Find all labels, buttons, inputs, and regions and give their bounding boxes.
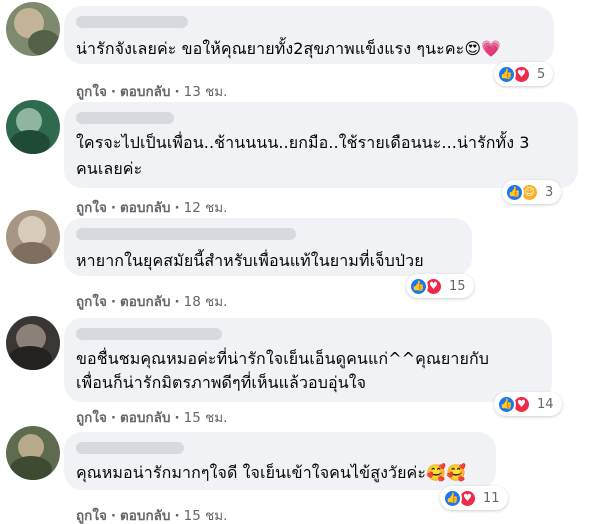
comment-bubble: หายากในยุคสมัยนี้สำหรับเพื่อนแท้ในยามที่… (64, 218, 472, 276)
comment-timestamp[interactable]: 12 ชม. (184, 200, 228, 216)
commenter-name[interactable] (76, 228, 296, 240)
reaction-summary[interactable]: 👍 ☺ 3 (502, 180, 562, 204)
like-link[interactable]: ถูกใจ (76, 410, 107, 426)
commenter-name[interactable] (76, 112, 174, 124)
comment-text-line: เพื่อนก็น่ารักมิตรภาพดีๆที่เห็นแล้วอบอุ่… (76, 373, 367, 392)
reaction-summary[interactable]: 👍 ♥ 11 (440, 486, 508, 510)
like-link[interactable]: ถูกใจ (76, 200, 107, 216)
comment-text-line: ขอชื่นชมคุณหมอค่ะที่น่ารักใจเย็นเอ็นดูคน… (76, 349, 489, 368)
thumbs-up-icon: 👍 (505, 182, 524, 202)
thumbs-up-icon: 👍 (497, 64, 516, 84)
comment-bubble: ใครจะไปเป็นเพื่อน..ช้านนนน..ยกมือ..ใช้รา… (64, 102, 578, 188)
comment-actions: ถูกใจ · ตอบกลับ · 12 ชม. (76, 200, 228, 216)
like-link[interactable]: ถูกใจ (76, 84, 107, 100)
thumbs-up-icon: 👍 (497, 394, 516, 414)
comment-text: คุณหมอน่ารักมากๆใจดี ใจเย็นเข้าใจคนไข้สู… (76, 463, 467, 482)
avatar[interactable] (6, 210, 60, 264)
avatar[interactable] (6, 2, 60, 56)
reaction-count: 5 (537, 66, 546, 82)
reaction-summary[interactable]: 👍 ♥ 5 (494, 62, 554, 86)
thumbs-up-icon: 👍 (409, 276, 428, 296)
avatar[interactable] (6, 316, 60, 370)
reply-link[interactable]: ตอบกลับ (120, 410, 170, 426)
avatar[interactable] (6, 100, 60, 154)
thumbs-up-icon: 👍 (443, 488, 462, 508)
comment-actions: ถูกใจ · ตอบกลับ · 15 ชม. (76, 410, 228, 426)
reaction-count: 14 (537, 396, 554, 412)
commenter-name[interactable] (76, 328, 222, 340)
reply-link[interactable]: ตอบกลับ (120, 84, 170, 100)
reaction-summary[interactable]: 👍 ♥ 14 (494, 392, 562, 416)
comment-actions: ถูกใจ · ตอบกลับ · 18 ชม. (76, 294, 228, 310)
reaction-count: 15 (449, 278, 466, 294)
avatar[interactable] (6, 426, 60, 480)
commenter-name[interactable] (76, 16, 188, 28)
reply-link[interactable]: ตอบกลับ (120, 294, 170, 310)
reaction-count: 3 (545, 184, 554, 200)
comment-bubble: คุณหมอน่ารักมากๆใจดี ใจเย็นเข้าใจคนไข้สู… (64, 432, 496, 490)
reaction-summary[interactable]: 👍 ♥ 15 (406, 274, 474, 298)
comment-actions: ถูกใจ · ตอบกลับ · 15 ชม. (76, 508, 228, 524)
reply-link[interactable]: ตอบกลับ (120, 508, 170, 524)
comment-text-line: คนเลยค่ะ (76, 159, 143, 178)
comment-text: หายากในยุคสมัยนี้สำหรับเพื่อนแท้ในยามที่… (76, 251, 424, 270)
comment-text: น่ารักจังเลยค่ะ ขอให้คุณยายทั้ง2สุขภาพแข… (76, 39, 502, 58)
reaction-count: 11 (483, 490, 500, 506)
like-link[interactable]: ถูกใจ (76, 508, 107, 524)
comment-actions: ถูกใจ · ตอบกลับ · 13 ชม. (76, 84, 228, 100)
comment-bubble: ขอชื่นชมคุณหมอค่ะที่น่ารักใจเย็นเอ็นดูคน… (64, 318, 552, 402)
comment-timestamp[interactable]: 18 ชม. (184, 294, 228, 310)
comment-bubble: น่ารักจังเลยค่ะ ขอให้คุณยายทั้ง2สุขภาพแข… (64, 6, 554, 64)
comment-timestamp[interactable]: 15 ชม. (184, 508, 228, 524)
comment-timestamp[interactable]: 15 ชม. (184, 410, 228, 426)
commenter-name[interactable] (76, 442, 184, 454)
comment-timestamp[interactable]: 13 ชม. (184, 84, 228, 100)
comment-text-line: ใครจะไปเป็นเพื่อน..ช้านนนน..ยกมือ..ใช้รา… (76, 133, 530, 152)
comment-feed: น่ารักจังเลยค่ะ ขอให้คุณยายทั้ง2สุขภาพแข… (0, 0, 592, 524)
reply-link[interactable]: ตอบกลับ (120, 200, 170, 216)
like-link[interactable]: ถูกใจ (76, 294, 107, 310)
